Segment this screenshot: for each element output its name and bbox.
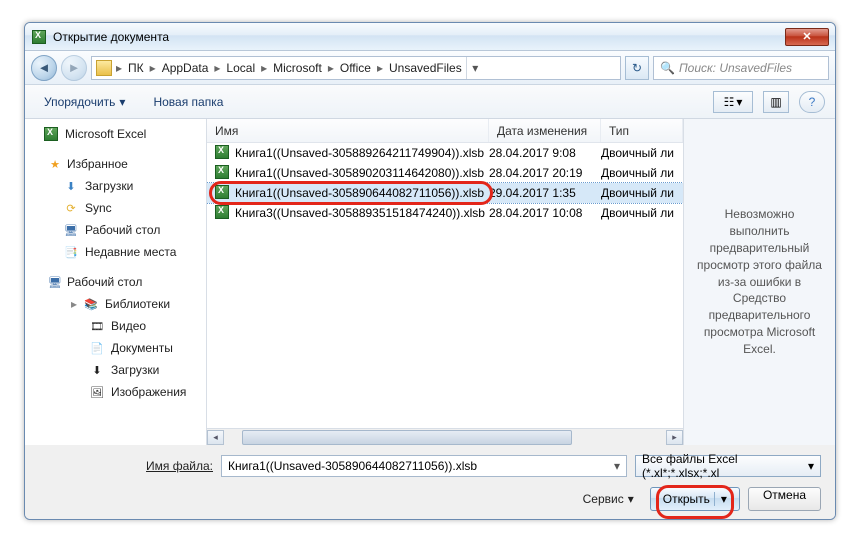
sidebar-item[interactable]: ▸📚Библиотеки [33,293,206,315]
file-type-filter[interactable]: Все файлы Excel (*.xl*;*.xlsx;*.xl▾ [635,455,821,477]
service-button[interactable]: Сервис▾ [575,489,642,509]
image-icon: 🖼 [89,384,105,400]
sidebar-group-favorites[interactable]: ★Избранное [33,153,206,175]
filename-label: Имя файла: [39,459,213,473]
bottom-panel: Имя файла: Книга1((Unsaved-3058906440827… [25,445,835,520]
xlsb-icon [215,205,231,221]
column-header-name[interactable]: Имя [207,119,489,142]
xlsb-icon [215,165,231,181]
breadcrumb-item[interactable]: AppData [160,61,211,75]
search-placeholder: Поиск: UnsavedFiles [679,61,792,75]
file-row[interactable]: Книга1((Unsaved-305890644082711056)).xls… [207,183,683,203]
downloads-icon: ⬇ [89,362,105,378]
new-folder-button[interactable]: Новая папка [144,90,232,114]
breadcrumb[interactable]: ▸ ПК▸ AppData▸ Local▸ Microsoft▸ Office▸… [91,56,621,80]
folder-icon [96,60,112,76]
refresh-button[interactable]: ↻ [625,56,649,80]
sidebar-item[interactable]: 📄Документы [33,337,206,359]
downloads-icon: ⬇ [63,178,79,194]
breadcrumb-item[interactable]: Microsoft [271,61,324,75]
close-button[interactable]: ✕ [785,28,829,46]
sidebar-item[interactable]: 🖥Рабочий стол [33,219,206,241]
search-input[interactable]: 🔍 Поиск: UnsavedFiles [653,56,829,80]
sidebar-item[interactable]: 🖼Изображения [33,381,206,403]
navigation-sidebar[interactable]: Microsoft Excel ★Избранное ⬇Загрузки ⟳Sy… [25,119,207,445]
document-icon: 📄 [89,340,105,356]
sidebar-group-desktop[interactable]: 🖥Рабочий стол [33,271,206,293]
chevron-down-icon: ▾ [628,492,634,506]
breadcrumb-dropdown[interactable]: ▾ [466,57,484,79]
libraries-icon: 📚 [83,296,99,312]
excel-icon [43,126,59,142]
view-mode-button[interactable]: ☷▾ [713,91,753,113]
file-row[interactable]: Книга3((Unsaved-305889351518474240)).xls… [207,203,683,223]
file-list-pane: Имя Дата изменения Тип Книга1((Unsaved-3… [207,119,683,445]
chevron-down-icon: ▾ [119,95,125,109]
help-button[interactable]: ? [799,91,825,113]
xlsb-icon [215,185,231,201]
scroll-thumb[interactable] [242,430,572,445]
forward-button[interactable]: ► [61,55,87,81]
xlsb-icon [215,145,231,161]
breadcrumb-item[interactable]: Office [338,61,373,75]
desktop-icon: 🖥 [63,222,79,238]
toolbar: Упорядочить▾ Новая папка ☷▾ ▥ ? [25,85,835,119]
titlebar: Открытие документа ✕ [25,23,835,51]
column-header-modified[interactable]: Дата изменения [489,119,601,142]
video-icon: 🎞 [89,318,105,334]
sidebar-item[interactable]: 🎞Видео [33,315,206,337]
chevron-down-icon[interactable]: ▾ [614,459,620,473]
recent-icon: 📑 [63,244,79,260]
column-headers: Имя Дата изменения Тип [207,119,683,143]
cancel-button[interactable]: Отмена [748,487,821,511]
dialog-body: Microsoft Excel ★Избранное ⬇Загрузки ⟳Sy… [25,119,835,445]
breadcrumb-item[interactable]: ПК [126,61,146,75]
excel-app-icon [31,29,47,45]
sidebar-item[interactable]: ⬇Загрузки [33,175,206,197]
preview-pane-button[interactable]: ▥ [763,91,789,113]
sidebar-item[interactable]: 📑Недавние места [33,241,206,263]
filename-input[interactable]: Книга1((Unsaved-305890644082711056)).xls… [221,455,627,477]
back-button[interactable]: ◄ [31,55,57,81]
search-icon: 🔍 [660,61,675,75]
column-header-type[interactable]: Тип [601,119,683,142]
open-button[interactable]: Открыть▾ [650,487,740,511]
organize-button[interactable]: Упорядочить▾ [35,90,134,114]
file-row[interactable]: Книга1((Unsaved-305890203114642080)).xls… [207,163,683,183]
file-open-dialog: Открытие документа ✕ ◄ ► ▸ ПК▸ AppData▸ … [24,22,836,520]
sync-icon: ⟳ [63,200,79,216]
preview-error-text: Невозможно выполнить предварительный про… [694,206,825,357]
breadcrumb-item[interactable]: UnsavedFiles [387,61,464,75]
sidebar-item-excel[interactable]: Microsoft Excel [25,123,206,145]
desktop-icon: 🖥 [47,274,63,290]
scroll-left-button[interactable]: ◂ [207,430,224,445]
horizontal-scrollbar[interactable]: ◂ ▸ [207,428,683,445]
sidebar-item[interactable]: ⟳Sync [33,197,206,219]
sidebar-item[interactable]: ⬇Загрузки [33,359,206,381]
file-rows[interactable]: Книга1((Unsaved-305889264211749904)).xls… [207,143,683,428]
navigation-bar: ◄ ► ▸ ПК▸ AppData▸ Local▸ Microsoft▸ Off… [25,51,835,85]
scroll-right-button[interactable]: ▸ [666,430,683,445]
preview-pane: Невозможно выполнить предварительный про… [683,119,835,445]
file-row[interactable]: Книга1((Unsaved-305889264211749904)).xls… [207,143,683,163]
chevron-down-icon[interactable]: ▾ [808,459,814,473]
breadcrumb-item[interactable]: Local [224,61,257,75]
window-title: Открытие документа [53,30,785,44]
chevron-right-icon: ▸ [114,61,124,75]
star-icon: ★ [47,156,63,172]
chevron-down-icon[interactable]: ▾ [714,492,727,506]
